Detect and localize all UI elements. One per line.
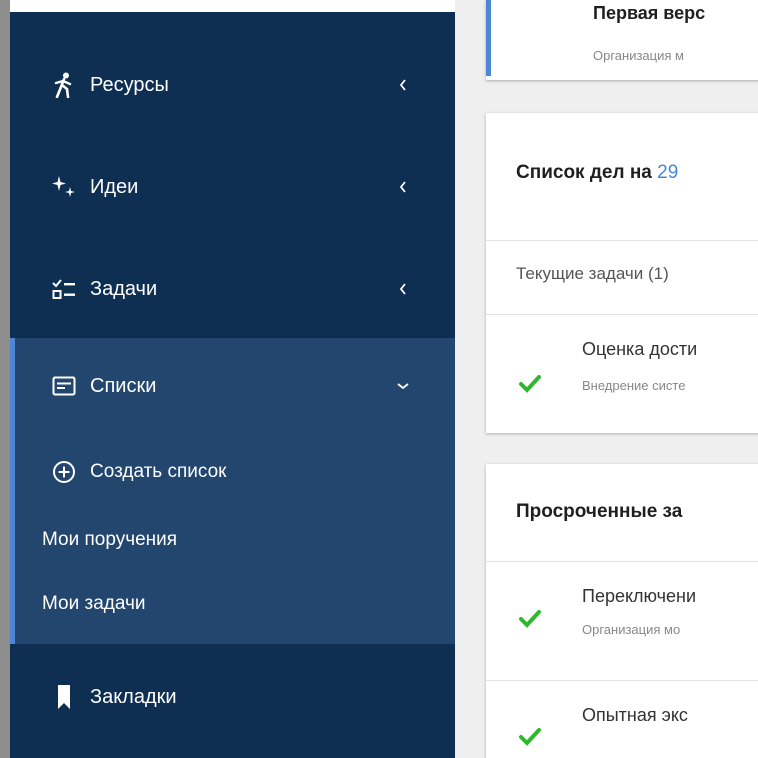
overdue-card: Просроченные за Переключени Организация … — [486, 464, 758, 758]
person-walking-icon — [50, 71, 78, 99]
sidebar-item-label: Закладки — [90, 685, 177, 708]
sidebar-item-tasks[interactable]: Задачи — [10, 240, 455, 338]
check-icon — [519, 375, 541, 393]
task-title: Оценка дости — [582, 339, 698, 359]
my-tasks-link[interactable]: Мои задачи — [42, 593, 146, 615]
chevron-left-icon — [395, 77, 411, 93]
card-accent — [486, 0, 491, 76]
sparkle-icon — [50, 173, 78, 201]
lists-group-expanded: Списки Создать список Мои поручения Мои … — [10, 338, 455, 644]
top-card-title: Первая верс — [593, 3, 706, 23]
task-subtitle: Организация мо — [582, 622, 681, 637]
task-row[interactable]: Оценка дости Внедрение систе — [486, 315, 758, 433]
main-content: Первая верс Организация м Список дел на … — [455, 0, 758, 758]
sidebar-item-resources[interactable]: Ресурсы — [10, 36, 455, 134]
list-icon — [50, 372, 78, 400]
create-list-label: Создать список — [90, 461, 227, 482]
task-row[interactable]: Переключени Организация мо — [486, 562, 758, 680]
task-subtitle: Внедрение систе — [582, 378, 686, 393]
sidebar-item-ideas[interactable]: Идеи — [10, 138, 455, 236]
task-title: Опытная экс — [582, 705, 688, 725]
sidebar: Ресурсы Идеи Задачи Списки Создать списо… — [10, 12, 455, 758]
overdue-card-title: Просроченные за — [516, 501, 683, 522]
plus-circle-icon — [52, 460, 76, 484]
sidebar-item-label: Ресурсы — [90, 73, 169, 96]
chevron-down-icon — [395, 378, 411, 394]
window-top-gap — [10, 0, 455, 12]
checklist-icon — [50, 275, 78, 303]
top-card[interactable]: Первая верс Организация м — [486, 0, 758, 80]
sidebar-item-bookmarks[interactable]: Закладки — [10, 648, 455, 746]
sidebar-item-lists[interactable]: Списки — [10, 338, 455, 434]
sidebar-item-label: Задачи — [90, 277, 158, 300]
task-row[interactable]: Опытная экс — [486, 681, 758, 758]
check-icon — [519, 610, 541, 628]
sidebar-item-label: Идеи — [90, 175, 139, 198]
create-list-link[interactable]: Создать список — [52, 460, 226, 484]
todo-date-link[interactable]: 29 — [657, 162, 678, 183]
todo-card-title: Список дел на 29 — [516, 162, 679, 183]
todo-card: Список дел на 29 Текущие задачи (1) Оцен… — [486, 113, 758, 433]
window-edge — [0, 0, 10, 758]
chevron-left-icon — [395, 281, 411, 297]
current-tasks-header: Текущие задачи (1) — [516, 264, 669, 283]
chevron-left-icon — [395, 179, 411, 195]
my-assignments-link[interactable]: Мои поручения — [42, 529, 177, 551]
sidebar-item-label: Списки — [90, 374, 157, 397]
check-icon — [519, 728, 541, 746]
top-card-subtitle: Организация м — [593, 48, 684, 63]
task-title: Переключени — [582, 586, 697, 606]
bookmark-icon — [50, 683, 78, 711]
divider — [486, 240, 758, 241]
